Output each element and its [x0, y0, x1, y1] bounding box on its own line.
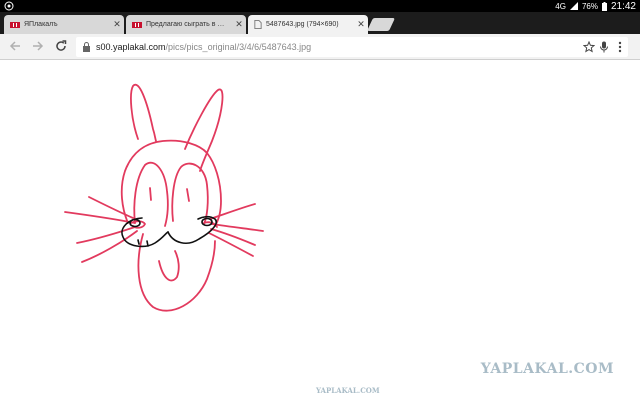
battery-icon	[601, 1, 607, 11]
tab-yaplakal[interactable]: ЯПлакалъ ✕	[4, 15, 124, 34]
tab-close-icon[interactable]: ✕	[354, 19, 368, 30]
rabbit-sketch-image	[64, 83, 264, 312]
tab-game[interactable]: Предлагаю сыграть в небо ✕	[126, 15, 246, 34]
new-tab-button[interactable]	[366, 18, 396, 31]
url-domain: s00.yaplakal.com	[96, 42, 166, 52]
tab-strip: ЯПлакалъ ✕ Предлагаю сыграть в небо ✕ 54…	[0, 12, 640, 34]
tab-title: ЯПлакалъ	[24, 21, 58, 28]
tab-title: 5487643.jpg (794×690)	[266, 21, 339, 28]
address-bar[interactable]: s00.yaplakal.com/pics/pics_original/3/4/…	[76, 37, 628, 57]
back-arrow-icon[interactable]	[8, 39, 22, 53]
bookmark-star-icon[interactable]	[583, 41, 595, 53]
status-time: 21:42	[610, 0, 636, 12]
tab-title: Предлагаю сыграть в небо	[146, 21, 228, 28]
overflow-menu-icon[interactable]	[617, 41, 623, 53]
sketch-pink-strokes	[64, 83, 264, 312]
tab-image[interactable]: 5487643.jpg (794×690) ✕	[248, 15, 368, 34]
document-icon	[254, 20, 262, 29]
yaplakal-favicon-icon	[132, 21, 142, 28]
watermark-large: YAPLAKAL.COM	[480, 361, 614, 377]
page-viewport: YAPLAKAL.COM YAPLAKAL.COM	[0, 61, 640, 400]
yaplakal-favicon-icon	[10, 21, 20, 28]
watermark-small: YAPLAKAL.COM	[316, 386, 380, 395]
tab-close-icon[interactable]: ✕	[232, 19, 246, 30]
url-path: /pics/pics_original/3/4/6/5487643.jpg	[165, 42, 312, 52]
network-type: 4G	[555, 1, 566, 11]
browser-toolbar: s00.yaplakal.com/pics/pics_original/3/4/…	[0, 34, 640, 60]
microphone-icon[interactable]	[599, 41, 609, 53]
url-text: s00.yaplakal.com/pics/pics_original/3/4/…	[96, 42, 311, 52]
chrome-status-icon	[4, 1, 14, 11]
signal-icon	[569, 2, 578, 10]
reload-icon[interactable]	[54, 39, 68, 53]
status-bar: 4G 76% 21:42	[0, 0, 640, 12]
battery-percent: 76%	[581, 1, 598, 11]
tab-close-icon[interactable]: ✕	[110, 19, 124, 30]
forward-arrow-icon[interactable]	[31, 39, 45, 53]
page-info-icon[interactable]	[82, 42, 91, 52]
